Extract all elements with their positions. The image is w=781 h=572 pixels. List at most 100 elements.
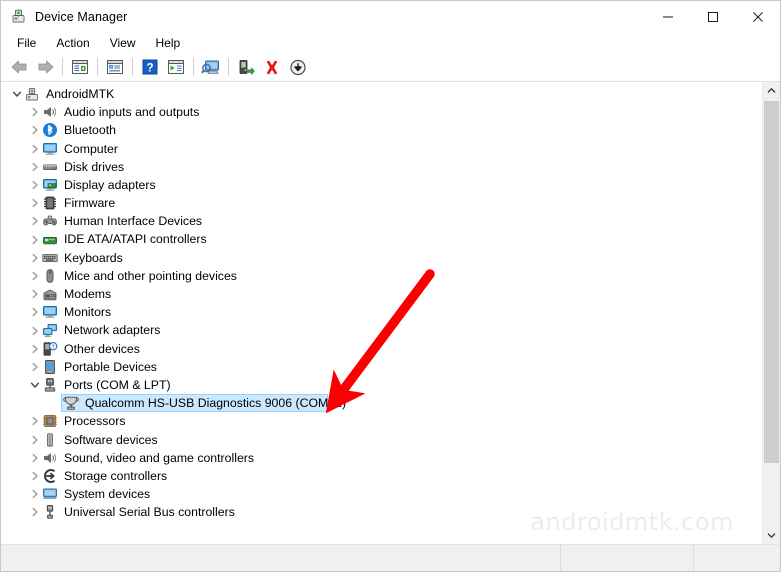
tree-item-label: Computer — [64, 141, 118, 156]
disk-drive-icon — [42, 159, 58, 175]
chevron-right-icon[interactable] — [27, 141, 42, 156]
usb-controller-icon — [42, 504, 58, 520]
tree-row-sound-video-and-game-controllers[interactable]: Sound, video and game controllers — [1, 449, 762, 467]
tree-item-label: Other devices — [64, 341, 140, 356]
chevron-right-icon[interactable] — [27, 487, 42, 502]
chevron-right-icon[interactable] — [27, 432, 42, 447]
mouse-icon — [42, 268, 58, 284]
tree-row-computer[interactable]: Computer — [1, 140, 762, 158]
chevron-right-icon[interactable] — [27, 178, 42, 193]
chevron-right-icon[interactable] — [27, 469, 42, 484]
chevron-right-icon[interactable] — [27, 414, 42, 429]
help-icon[interactable]: ? — [137, 55, 163, 79]
toolbar-separator — [132, 58, 133, 76]
tree-row-monitors[interactable]: Monitors — [1, 303, 762, 321]
tree-row-qualcomm-hs-usb-diagnostics[interactable]: Qualcomm HS-USB Diagnostics 9006 (COM22) — [1, 394, 762, 413]
tree-row-keyboards[interactable]: Keyboards — [1, 249, 762, 267]
chevron-right-icon[interactable] — [27, 305, 42, 320]
maximize-button[interactable] — [690, 1, 735, 32]
scrollbar-track[interactable] — [763, 99, 780, 527]
chevron-right-icon[interactable] — [27, 105, 42, 120]
menu-help[interactable]: Help — [146, 34, 191, 52]
tree-row-universal-serial-bus-controllers[interactable]: Universal Serial Bus controllers — [1, 503, 762, 521]
chevron-right-icon[interactable] — [27, 450, 42, 465]
tree-row-other-devices[interactable]: ? Other devices — [1, 340, 762, 358]
toolbar-separator — [228, 58, 229, 76]
window-title: Device Manager — [35, 9, 128, 24]
chevron-right-icon[interactable] — [27, 159, 42, 174]
chevron-right-icon[interactable] — [27, 323, 42, 338]
tree-row-bluetooth[interactable]: Bluetooth — [1, 121, 762, 139]
tree-row-system-devices[interactable]: System devices — [1, 485, 762, 503]
menu-action[interactable]: Action — [46, 34, 99, 52]
scrollbar-thumb[interactable] — [764, 101, 779, 463]
device-tree[interactable]: AndroidMTK Audio inputs and outputs Blue… — [1, 82, 762, 544]
chevron-right-icon[interactable] — [27, 123, 42, 138]
tree-row-storage-controllers[interactable]: Storage controllers — [1, 467, 762, 485]
back-arrow-icon[interactable] — [6, 55, 32, 79]
tree-item-label: Audio inputs and outputs — [64, 105, 200, 120]
other-device-question-icon: ? — [42, 341, 58, 357]
bluetooth-icon — [42, 122, 58, 138]
tree-row-modems[interactable]: Modems — [1, 285, 762, 303]
vertical-scrollbar[interactable] — [762, 82, 780, 544]
tree-item-label: Qualcomm HS-USB Diagnostics 9006 (COM22) — [85, 396, 347, 411]
chevron-down-icon[interactable] — [9, 87, 24, 102]
chevron-right-icon[interactable] — [27, 268, 42, 283]
toolbar: ? — [1, 53, 780, 82]
tree-row-audio-inputs-and-outputs[interactable]: Audio inputs and outputs — [1, 103, 762, 121]
close-button[interactable] — [735, 1, 780, 32]
tree-row-firmware[interactable]: Firmware — [1, 194, 762, 212]
tree-item-label: Processors — [64, 414, 126, 429]
menu-bar: File Action View Help — [1, 32, 780, 53]
tree-item-label: Modems — [64, 287, 112, 301]
tree-item-label: Sound, video and game controllers — [64, 450, 255, 465]
monitor-icon — [42, 304, 58, 320]
menu-file[interactable]: File — [7, 34, 46, 52]
uninstall-device-icon[interactable] — [259, 55, 285, 79]
tree-item-label: Firmware — [64, 196, 116, 211]
tree-row-disk-drives[interactable]: Disk drives — [1, 158, 762, 176]
tree-row-display-adapters[interactable]: Display adapters — [1, 176, 762, 194]
show-device-details-icon[interactable] — [163, 55, 189, 79]
tree-row-human-interface-devices[interactable]: Human Interface Devices — [1, 212, 762, 230]
tree-row-processors[interactable]: Processors — [1, 412, 762, 430]
scan-for-hardware-changes-icon[interactable] — [198, 55, 224, 79]
tree-item-label: Mice and other pointing devices — [64, 268, 237, 283]
tree-row-ide-ata-atapi-controllers[interactable]: IDE ATA/ATAPI controllers — [1, 231, 762, 249]
chevron-right-icon[interactable] — [27, 232, 42, 247]
chevron-right-icon[interactable] — [27, 287, 42, 302]
update-driver-icon[interactable] — [233, 55, 259, 79]
tree-item-label: Monitors — [64, 305, 112, 320]
scroll-up-button[interactable] — [763, 82, 780, 99]
scroll-down-button[interactable] — [763, 527, 780, 544]
chevron-right-icon[interactable] — [27, 196, 42, 211]
chevron-right-icon[interactable] — [27, 505, 42, 520]
display-adapter-icon — [42, 177, 58, 193]
tree-row-ports-com-and-lpt[interactable]: Ports (COM & LPT) — [1, 376, 762, 394]
chevron-right-icon[interactable] — [27, 341, 42, 356]
chevron-right-icon[interactable] — [27, 359, 42, 374]
tree-row-portable-devices[interactable]: Portable Devices — [1, 358, 762, 376]
tree-row-root[interactable]: AndroidMTK — [1, 85, 762, 103]
properties-icon[interactable] — [102, 55, 128, 79]
portable-device-icon — [42, 359, 58, 375]
computer-root-icon — [24, 86, 40, 102]
tree-row-network-adapters[interactable]: Network adapters — [1, 321, 762, 339]
chevron-right-icon[interactable] — [27, 214, 42, 229]
status-pane-2 — [561, 545, 694, 571]
tree-item-label: Human Interface Devices — [64, 214, 203, 229]
disable-device-icon[interactable] — [285, 55, 311, 79]
chevron-down-icon[interactable] — [27, 378, 42, 393]
title-bar: Device Manager — [1, 1, 780, 32]
tree-row-software-devices[interactable]: Software devices — [1, 431, 762, 449]
menu-view[interactable]: View — [100, 34, 146, 52]
show-hide-console-tree-icon[interactable] — [67, 55, 93, 79]
forward-arrow-icon[interactable] — [32, 55, 58, 79]
minimize-button[interactable] — [645, 1, 690, 32]
tree-row-mice-and-other-pointing-devices[interactable]: Mice and other pointing devices — [1, 267, 762, 285]
tree-item-label: Storage controllers — [64, 468, 168, 483]
status-pane-1 — [1, 545, 561, 571]
chevron-right-icon[interactable] — [27, 250, 42, 265]
tree-item-label: Portable Devices — [64, 359, 157, 374]
